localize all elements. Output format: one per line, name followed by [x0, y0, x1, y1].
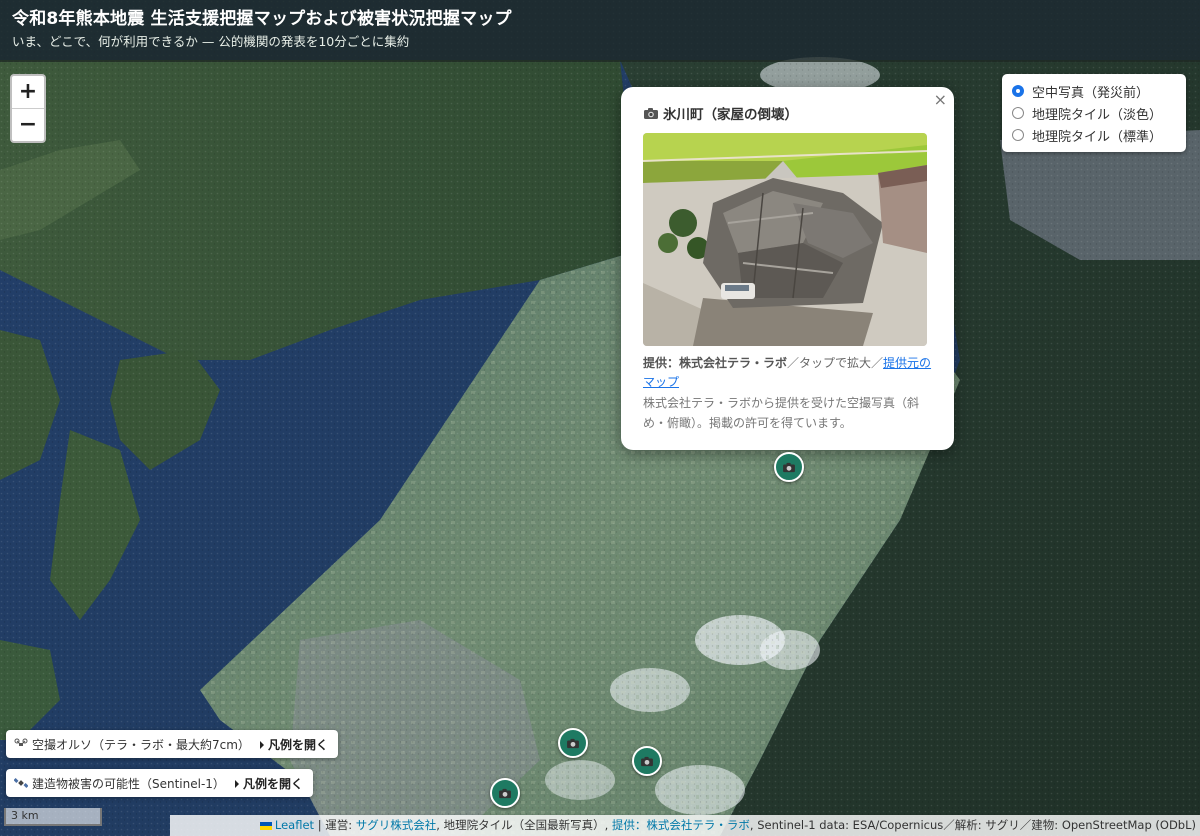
camera-icon: [643, 107, 659, 120]
layer-radio-standard[interactable]: [1012, 129, 1024, 141]
attribution-text: | 運営:: [314, 818, 356, 832]
layer-option-label: 空中写真（発災前）: [1032, 85, 1150, 101]
provider-link[interactable]: 提供：株式会社テラ・ラボ: [612, 818, 750, 832]
map-canvas[interactable]: 令和8年熊本地震 生活支援把握マップおよび被害状況把握マップ いま、どこで、何が…: [0, 0, 1200, 836]
legend-open-button[interactable]: 凡例を開く: [235, 775, 303, 792]
page-subtitle: いま、どこで、何が利用できるか — 公的機関の発表を10分ごとに集約: [12, 34, 410, 49]
operator-link[interactable]: サグリ株式会社: [356, 818, 437, 832]
photo-marker[interactable]: [558, 728, 588, 758]
camera-icon: [782, 458, 796, 477]
attribution-text: , Sentinel-1 data: ESA/Copernicus／解析: サグ…: [749, 818, 1196, 832]
layer-control: 空中写真（発災前） 地理院タイル（淡色） 地理院タイル（標準）: [1002, 74, 1186, 152]
legend-open-button[interactable]: 凡例を開く: [260, 736, 328, 753]
zoom-in-button[interactable]: +: [12, 76, 44, 108]
ukraine-flag-icon: [259, 822, 272, 830]
leaflet-link[interactable]: Leaflet: [275, 818, 314, 832]
attribution-bar: Leaflet | 運営: サグリ株式会社, 地理院タイル（全国最新写真）, 提…: [170, 815, 1200, 836]
layer-option-standard[interactable]: 地理院タイル（標準）: [1012, 124, 1176, 146]
drone-icon: [14, 738, 28, 750]
popup-description: 株式会社テラ・ラボから提供を受けた空撮写真（斜め・俯瞰）。掲載の許可を得ています…: [643, 396, 920, 430]
zoom-out-button[interactable]: −: [12, 108, 44, 141]
legend-label: 空撮オルソ（テラ・ラボ・最大約7cm）: [32, 737, 250, 752]
camera-icon: [566, 734, 580, 753]
photo-popup: × 氷川町（家屋の倒壊） 提供：株式会社テラ・ラボ／タップで拡大／提供元のマップ…: [621, 87, 954, 450]
zoom-control: + −: [10, 74, 46, 143]
damage-photo[interactable]: [643, 133, 927, 346]
credit-provider: 提供：株式会社テラ・ラボ: [643, 356, 788, 370]
popup-close-button[interactable]: ×: [934, 91, 947, 109]
satellite-icon: [14, 777, 28, 789]
credit-text: ／タップで拡大／: [787, 356, 884, 370]
popup-title-text: 氷川町（家屋の倒壊）: [663, 107, 798, 123]
layer-option-label: 地理院タイル（淡色）: [1032, 107, 1163, 123]
legend-building-damage: 建造物被害の可能性（Sentinel-1） 凡例を開く: [6, 769, 313, 797]
photo-marker[interactable]: [490, 778, 520, 808]
map-header: 令和8年熊本地震 生活支援把握マップおよび被害状況把握マップ いま、どこで、何が…: [0, 0, 1200, 62]
layer-option-aerial[interactable]: 空中写真（発災前）: [1012, 80, 1176, 102]
legend-label: 建造物被害の可能性（Sentinel-1）: [32, 776, 225, 791]
layer-option-label: 地理院タイル（標準）: [1032, 129, 1163, 145]
attribution-text: , 地理院タイル（全国最新写真）,: [436, 818, 612, 832]
photo-marker[interactable]: [632, 746, 662, 776]
layer-radio-pale[interactable]: [1012, 107, 1024, 119]
page-title: 令和8年熊本地震 生活支援把握マップおよび被害状況把握マップ: [12, 9, 512, 29]
popup-credit: 提供：株式会社テラ・ラボ／タップで拡大／提供元のマップ: [643, 354, 932, 392]
scale-bar: 3 km: [4, 808, 102, 826]
camera-icon: [498, 784, 512, 803]
photo-marker-hikawa[interactable]: [774, 452, 804, 482]
layer-radio-aerial[interactable]: [1012, 85, 1024, 97]
popup-title: 氷川町（家屋の倒壊）: [643, 103, 932, 123]
legend-aerial-ortho: 空撮オルソ（テラ・ラボ・最大約7cm） 凡例を開く: [6, 730, 338, 758]
layer-option-pale[interactable]: 地理院タイル（淡色）: [1012, 102, 1176, 124]
camera-icon: [640, 752, 654, 771]
